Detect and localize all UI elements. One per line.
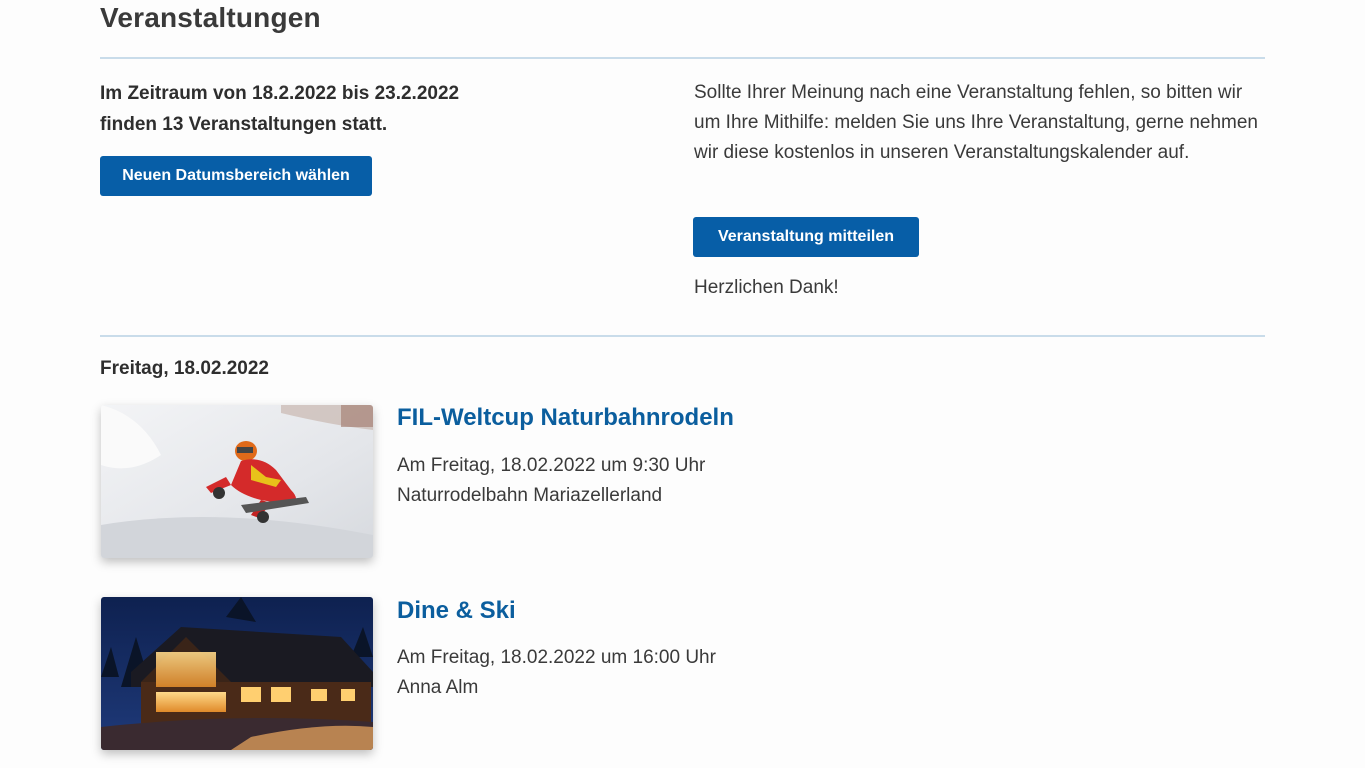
luge-photo-icon <box>101 405 373 558</box>
summary-line-count: finden 13 Veranstaltungen statt. <box>100 114 388 135</box>
event-image-cabin[interactable] <box>101 597 373 750</box>
date-range-summary: Im Zeitraum von 18.2.2022 bis 23.2.2022 … <box>100 78 520 140</box>
summary-line-range: Im Zeitraum von 18.2.2022 bis 23.2.2022 <box>100 83 460 104</box>
event-image-luge[interactable] <box>101 405 373 558</box>
thanks-text: Herzlichen Dank! <box>694 277 839 298</box>
event-location: Naturrodelbahn Mariazellerland <box>397 485 663 506</box>
day-heading: Freitag, 18.02.2022 <box>100 358 269 379</box>
divider-top <box>100 57 1265 59</box>
missing-event-notice: Sollte Ihrer Meinung nach eine Veranstal… <box>694 82 1258 163</box>
divider-middle <box>100 335 1265 337</box>
event-location: Anna Alm <box>397 677 479 698</box>
event-meta: Am Freitag, 18.02.2022 um 9:30 Uhr Natur… <box>397 451 705 511</box>
choose-date-range-button[interactable]: Neuen Datumsbereich wählen <box>100 156 372 196</box>
page: Veranstaltungen Im Zeitraum von 18.2.202… <box>0 0 1365 768</box>
event-meta: Am Freitag, 18.02.2022 um 16:00 Uhr Anna… <box>397 643 716 703</box>
event-datetime: Am Freitag, 18.02.2022 um 9:30 Uhr <box>397 455 706 476</box>
event-datetime: Am Freitag, 18.02.2022 um 16:00 Uhr <box>397 647 716 668</box>
page-title: Veranstaltungen <box>100 2 321 33</box>
report-event-button[interactable]: Veranstaltung mitteilen <box>693 217 919 257</box>
event-title-link[interactable]: Dine & Ski <box>397 597 516 625</box>
cabin-night-photo-icon <box>101 597 373 750</box>
event-title-link[interactable]: FIL-Weltcup Naturbahnrodeln <box>397 404 734 432</box>
